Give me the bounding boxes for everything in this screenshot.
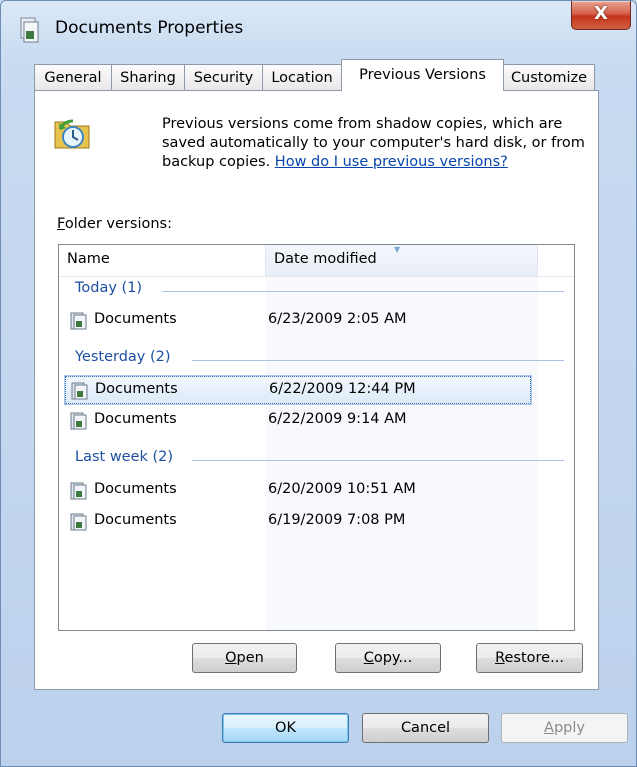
column-header-name[interactable]: Name [67,251,110,267]
list-item-selected[interactable]: Documents 6/22/2009 12:44 PM [64,375,532,405]
previous-versions-panel: Previous versions come from shadow copie… [34,90,599,690]
ok-button[interactable]: OK [222,713,349,743]
cancel-button[interactable]: Cancel [362,713,489,743]
group-header-today[interactable]: Today (1) ▲ [59,279,574,303]
close-icon: X [594,3,608,24]
list-item[interactable]: Documents 6/23/2009 2:05 AM [65,307,531,335]
folder-icon [70,482,87,500]
info-text: Previous versions come from shadow copie… [162,116,585,170]
restore-button[interactable]: Restore... [476,643,583,673]
folder-versions-label: Folder versions: [57,216,172,232]
close-button[interactable]: X [571,1,631,30]
folder-document-icon [20,17,39,43]
folder-icon [70,312,87,330]
title-bar[interactable]: Documents Properties X [1,1,636,59]
help-link[interactable]: How do I use previous versions? [275,154,508,170]
folder-icon [70,513,87,531]
tab-sharing[interactable]: Sharing [111,64,185,90]
apply-button[interactable]: Apply [501,713,628,743]
group-header-last-week[interactable]: Last week (2) ▲ [59,448,574,472]
versions-list[interactable]: Name Date modified ▼ Today (1) ▲ Documen… [58,244,575,631]
open-button[interactable]: Open [192,643,297,673]
tab-customize[interactable]: Customize [503,64,595,90]
tab-previous-versions[interactable]: Previous Versions [341,59,504,91]
folder-icon [70,412,87,430]
tab-security[interactable]: Security [184,64,263,90]
properties-window: Documents Properties X General Sharing S… [0,0,637,767]
sort-down-icon: ▼ [394,245,401,254]
copy-button[interactable]: Copy... [335,643,441,673]
list-header: Name Date modified ▼ [59,245,574,277]
list-item[interactable]: Documents 6/20/2009 10:51 AM [65,477,531,505]
list-item[interactable]: Documents 6/22/2009 9:14 AM [65,407,531,435]
tab-location[interactable]: Location [262,64,342,90]
group-header-yesterday[interactable]: Yesterday (2) ▲ [59,348,574,372]
folder-icon [71,382,88,400]
column-header-date[interactable]: Date modified [274,251,377,267]
restore-clock-icon [54,119,90,149]
tab-general[interactable]: General [34,64,112,90]
window-title: Documents Properties [55,18,244,38]
list-item[interactable]: Documents 6/19/2009 7:08 PM [65,508,531,536]
